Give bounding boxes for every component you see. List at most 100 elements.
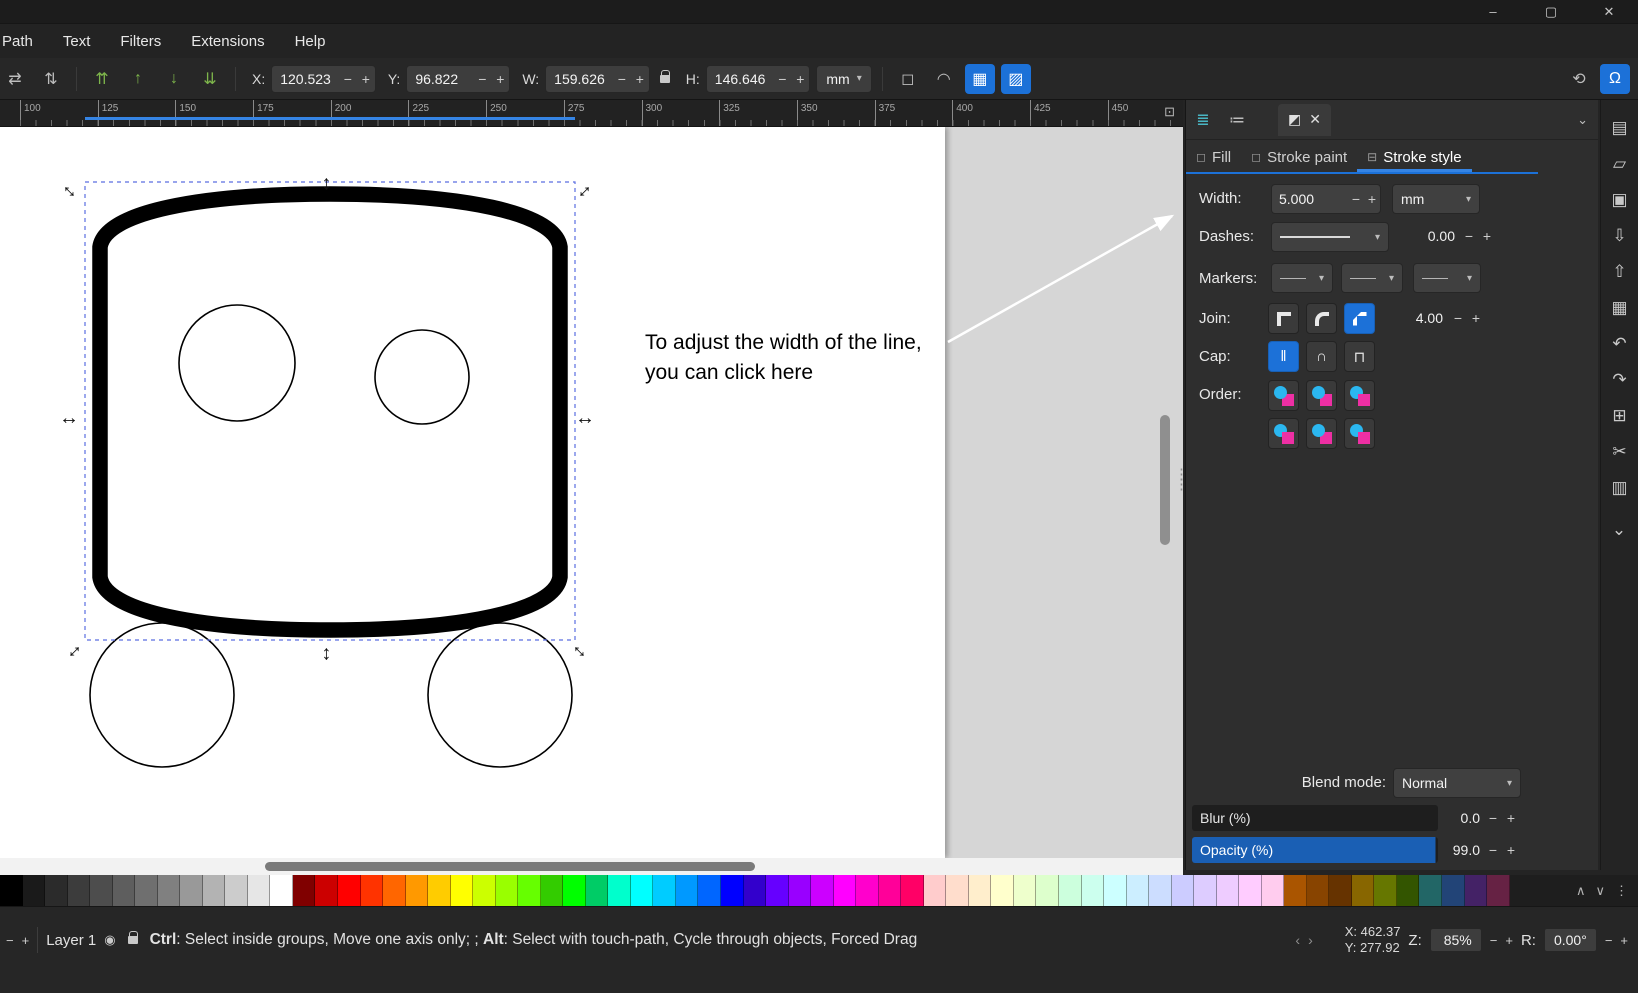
opacity-decrement-button[interactable]: − bbox=[1484, 842, 1502, 858]
x-increment-button[interactable]: + bbox=[357, 71, 375, 87]
palette-swatch[interactable] bbox=[315, 875, 338, 906]
marker-end-dropdown[interactable]: ▾ bbox=[1413, 263, 1481, 293]
palette-swatch[interactable] bbox=[90, 875, 113, 906]
wheel-right-circle[interactable] bbox=[427, 622, 573, 768]
palette-swatch[interactable] bbox=[675, 875, 699, 906]
tab-fill[interactable]: ◻ Fill bbox=[1186, 142, 1241, 172]
palette-swatch[interactable] bbox=[450, 875, 474, 906]
stroke-width-unit-dropdown[interactable]: mm ▾ bbox=[1392, 184, 1480, 214]
y-decrement-button[interactable]: − bbox=[473, 71, 491, 87]
palette-swatch[interactable] bbox=[968, 875, 992, 906]
join-bevel-button[interactable] bbox=[1344, 303, 1375, 334]
objects-dialog-icon[interactable]: ≔ bbox=[1220, 110, 1254, 130]
palette-swatch[interactable] bbox=[518, 875, 541, 906]
palette-swatch[interactable] bbox=[0, 875, 23, 906]
cap-butt-button[interactable]: ‖ bbox=[1268, 341, 1299, 372]
order-stroke-fill-markers-button[interactable] bbox=[1306, 380, 1337, 411]
scale-handle-left[interactable]: ↔ bbox=[59, 407, 79, 429]
palette-swatch[interactable] bbox=[1329, 875, 1352, 906]
palette-swatch[interactable] bbox=[766, 875, 789, 906]
dock-resize-handle[interactable]: ⋮ ⋮ bbox=[1174, 467, 1189, 510]
scale-handle-bottom[interactable]: ↔ bbox=[318, 644, 340, 664]
dash-offset-decrement-button[interactable]: − bbox=[1460, 228, 1478, 244]
w-increment-button[interactable]: + bbox=[631, 71, 649, 87]
snap-toggle-button[interactable]: Ω bbox=[1600, 63, 1630, 94]
join-round-button[interactable] bbox=[1306, 303, 1337, 334]
palette-swatch[interactable] bbox=[698, 875, 721, 906]
palette-swatch[interactable] bbox=[856, 875, 879, 906]
command-button[interactable]: ⇧ bbox=[1604, 254, 1636, 290]
scale-pattern-toggle[interactable]: ▨ bbox=[1000, 63, 1031, 94]
palette-swatch[interactable] bbox=[180, 875, 203, 906]
palette-swatch[interactable] bbox=[833, 875, 857, 906]
command-button[interactable]: ⊞ bbox=[1604, 398, 1636, 434]
layer-lock-icon[interactable] bbox=[127, 931, 139, 944]
palette-swatch[interactable] bbox=[608, 875, 631, 906]
palette-swatch[interactable] bbox=[991, 875, 1014, 906]
command-button[interactable]: ▥ bbox=[1604, 470, 1636, 506]
cap-square-button[interactable]: ⊓ bbox=[1344, 341, 1375, 372]
palette-swatch[interactable] bbox=[721, 875, 744, 906]
palette-swatch[interactable] bbox=[225, 875, 248, 906]
command-button[interactable]: ↷ bbox=[1604, 362, 1636, 398]
raise-icon[interactable]: ↑ bbox=[123, 64, 153, 94]
w-decrement-button[interactable]: − bbox=[613, 71, 631, 87]
rotation-input[interactable]: 0.00° bbox=[1543, 928, 1597, 952]
palette-swatch[interactable] bbox=[1149, 875, 1172, 906]
palette-swatch[interactable] bbox=[743, 875, 767, 906]
palette-swatch[interactable] bbox=[1216, 875, 1240, 906]
palette-swatch[interactable] bbox=[946, 875, 969, 906]
palette-swatch[interactable] bbox=[247, 875, 271, 906]
maximize-button[interactable]: ▢ bbox=[1522, 0, 1580, 24]
h-increment-button[interactable]: + bbox=[791, 71, 809, 87]
order-markers-stroke-fill-button[interactable] bbox=[1344, 418, 1375, 449]
close-dialog-icon[interactable]: ✕ bbox=[1309, 111, 1321, 128]
stroke-width-increment-button[interactable]: + bbox=[1364, 191, 1380, 207]
vertical-scrollbar-thumb[interactable] bbox=[1160, 415, 1170, 545]
palette-scroll-down-icon[interactable]: ∨ bbox=[1595, 883, 1605, 899]
palette-swatch[interactable] bbox=[292, 875, 316, 906]
palette-menu-icon[interactable]: ⋮ bbox=[1615, 883, 1628, 899]
order-fill-stroke-markers-button[interactable] bbox=[1268, 380, 1299, 411]
menu-item[interactable]: Text bbox=[48, 26, 106, 57]
canvas[interactable]: ↔ ↔ ↔ ↔ ↔ ↔ ↔ ↔ To adjust the width of t… bbox=[0, 127, 1183, 858]
zoom-decrement-button[interactable]: − bbox=[1490, 933, 1498, 948]
palette-swatch[interactable] bbox=[563, 875, 586, 906]
lower-icon[interactable]: ↓ bbox=[159, 64, 189, 94]
palette-swatch[interactable] bbox=[22, 875, 46, 906]
palette-swatch[interactable] bbox=[270, 875, 293, 906]
layer-visibility-icon[interactable]: ◉ bbox=[104, 932, 115, 948]
menu-item[interactable]: Filters bbox=[105, 26, 176, 57]
blur-decrement-button[interactable]: − bbox=[1484, 810, 1502, 826]
palette-swatch[interactable] bbox=[157, 875, 181, 906]
display-settings-icon[interactable]: ⊡ bbox=[1164, 104, 1175, 120]
scale-handle-right[interactable]: ↔ bbox=[575, 407, 595, 429]
palette-swatch[interactable] bbox=[630, 875, 654, 906]
palette-swatch[interactable] bbox=[923, 875, 947, 906]
close-button[interactable]: ✕ bbox=[1580, 0, 1638, 24]
commands-overflow-chevron[interactable]: ⌄ bbox=[1603, 512, 1635, 548]
zoom-increment-button[interactable]: + bbox=[1505, 933, 1513, 948]
flip-horizontal-icon[interactable]: ⇄ bbox=[0, 64, 30, 94]
scale-handle-top[interactable]: ↔ bbox=[318, 174, 340, 194]
blur-slider[interactable]: Blur (%) bbox=[1192, 805, 1438, 831]
palette-swatch[interactable] bbox=[1284, 875, 1307, 906]
palette-swatch[interactable] bbox=[1171, 875, 1195, 906]
stroke-width-input[interactable]: 5.000 bbox=[1272, 191, 1348, 207]
palette-swatch[interactable] bbox=[1036, 875, 1059, 906]
join-miter-button[interactable] bbox=[1268, 303, 1299, 334]
rotation-increment-button[interactable]: + bbox=[1620, 933, 1628, 948]
order-fill-markers-stroke-button[interactable] bbox=[1268, 418, 1299, 449]
cap-round-button[interactable]: ∩ bbox=[1306, 341, 1337, 372]
scale-gradient-toggle[interactable]: ▦ bbox=[964, 63, 995, 94]
palette-swatch[interactable] bbox=[1126, 875, 1150, 906]
status-next-icon[interactable]: › bbox=[1308, 932, 1313, 948]
canvas-rotation-icon[interactable]: ⟲ bbox=[1564, 64, 1594, 94]
page[interactable]: ↔ ↔ ↔ ↔ ↔ ↔ ↔ ↔ To adjust the width of t… bbox=[0, 127, 945, 858]
dash-pattern-dropdown[interactable]: ▾ bbox=[1271, 222, 1389, 252]
command-button[interactable]: ⇩ bbox=[1604, 218, 1636, 254]
y-increment-button[interactable]: + bbox=[491, 71, 509, 87]
horizontal-ruler[interactable]: 100 125 150 175 200 225 250 275 300 325 350 375 400 4… bbox=[0, 100, 1183, 127]
palette-swatch[interactable] bbox=[383, 875, 406, 906]
scale-handle-top-left[interactable]: ↔ bbox=[56, 175, 86, 205]
